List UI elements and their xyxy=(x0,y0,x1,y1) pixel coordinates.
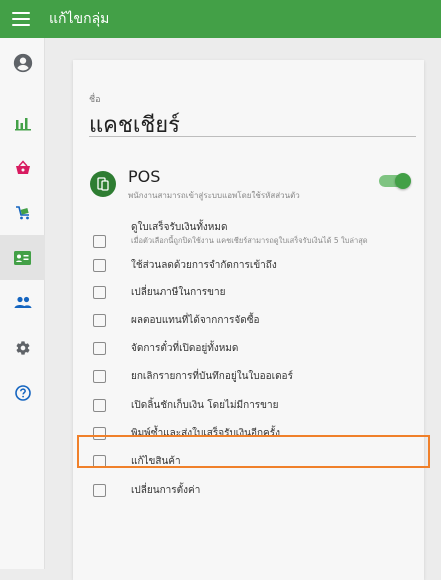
permission-checkbox[interactable] xyxy=(93,286,106,299)
sidebar xyxy=(0,38,45,569)
permission-label: เปิดลิ้นชักเก็บเงิน โดยไม่มีการขาย xyxy=(131,400,279,411)
top-app-bar: แก้ไขกลุ่ม xyxy=(0,0,441,38)
permission-label: ดูใบเสร็จรับเงินทั้งหมด xyxy=(131,222,228,233)
bar-chart-icon xyxy=(14,117,31,130)
account-circle-icon xyxy=(13,53,32,72)
basket-icon xyxy=(15,159,30,174)
people-icon xyxy=(14,296,31,308)
permission-label: แก้ไขสินค้า xyxy=(131,456,181,467)
sidebar-item-customers[interactable] xyxy=(0,280,45,325)
help-icon xyxy=(14,384,31,401)
sidebar-item-account[interactable] xyxy=(0,40,45,85)
pos-toggle[interactable] xyxy=(379,173,411,189)
permission-checkbox[interactable] xyxy=(93,427,106,440)
sidebar-item-reports[interactable] xyxy=(0,100,45,145)
sidebar-item-items[interactable] xyxy=(0,145,45,190)
permission-checkbox[interactable] xyxy=(93,342,106,355)
group-edit-card: ชื่อ แคชเชียร์ POS พนักงานสามารถเข้าสู่ร… xyxy=(73,60,424,580)
hamburger-menu-icon[interactable] xyxy=(12,10,30,28)
permission-label: จัดการตั๋วที่เปิดอยู่ทั้งหมด xyxy=(131,343,239,354)
permission-label: ผลตอบแทนที่ได้จากการจัดซื้อ xyxy=(131,315,260,326)
permission-checkbox[interactable] xyxy=(93,370,106,383)
sidebar-item-help[interactable] xyxy=(0,370,45,415)
main-content: ชื่อ แคชเชียร์ POS พนักงานสามารถเข้าสู่ร… xyxy=(45,38,441,580)
permission-label: ใช้ส่วนลดด้วยการจำกัดการเข้าถึง xyxy=(131,260,277,271)
permission-checkbox[interactable] xyxy=(93,484,106,497)
sidebar-item-settings[interactable] xyxy=(0,325,45,370)
toggle-knob xyxy=(395,173,411,189)
gear-icon xyxy=(16,340,29,355)
name-field-label: ชื่อ xyxy=(89,95,101,105)
name-field-underline xyxy=(89,136,416,137)
permission-checkbox[interactable] xyxy=(93,314,106,327)
permission-checkbox[interactable] xyxy=(93,259,106,272)
permission-label: พิมพ์ซ้ำและส่งใบเสร็จรับเงินอีกครั้ง xyxy=(131,428,280,439)
sidebar-item-inventory[interactable] xyxy=(0,190,45,235)
permission-description: เมื่อตัวเลือกนี้ถูกปิดใช้งาน แคชเชียร์สา… xyxy=(131,236,368,245)
permission-checkbox[interactable] xyxy=(93,399,106,412)
sidebar-item-employees[interactable] xyxy=(0,235,45,280)
pos-description: พนักงานสามารถเข้าสู่ระบบแอพโดยใช้รหัสส่ว… xyxy=(128,191,300,200)
permission-checkbox[interactable] xyxy=(93,455,106,468)
permission-label: เปลี่ยนการตั้งค่า xyxy=(131,485,201,496)
pos-title: POS xyxy=(128,167,161,186)
permission-label: เปลี่ยนภาษีในการขาย xyxy=(131,287,226,298)
id-card-icon xyxy=(14,250,31,265)
cart-icon xyxy=(15,205,29,219)
permission-label: ยกเลิกรายการที่บันทึกอยู่ในใบออเดอร์ xyxy=(131,371,293,382)
page-title: แก้ไขกลุ่ม xyxy=(49,11,110,27)
pos-icon xyxy=(90,171,116,197)
permission-checkbox[interactable] xyxy=(93,235,106,248)
